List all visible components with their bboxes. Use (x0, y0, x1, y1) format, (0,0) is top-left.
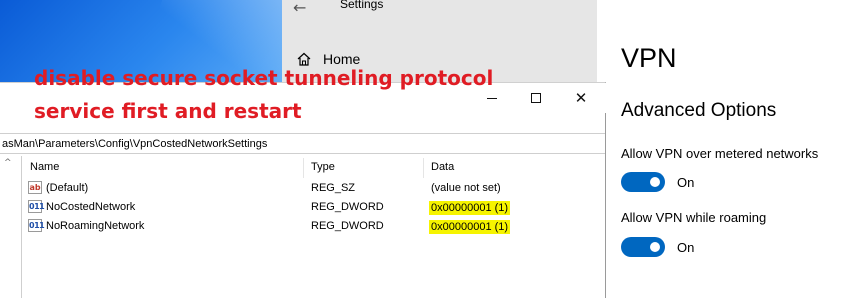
maximize-icon (531, 93, 541, 103)
annotation-line-1: disable secure socket tunneling protocol (34, 66, 494, 90)
settings-window-title: Settings (340, 0, 384, 11)
toggle-state-label: On (677, 239, 695, 255)
dword-value-icon: 011 (28, 200, 45, 213)
column-header-name[interactable]: Name (30, 161, 59, 173)
toggle-state-label: On (677, 174, 695, 190)
section-heading: Advanced Options (621, 100, 777, 121)
value-row-nocostednetwork[interactable]: 011 NoCostedNetwork REG_DWORD 0x00000001… (23, 198, 605, 217)
close-button[interactable]: ✕ (564, 87, 598, 109)
value-type: REG_DWORD (311, 201, 384, 213)
metered-networks-toggle[interactable] (621, 172, 665, 192)
value-data-highlighted: 0x00000001 (1) (429, 201, 511, 215)
column-header-data[interactable]: Data (431, 161, 454, 173)
roaming-toggle-row[interactable]: On (621, 237, 694, 257)
maximize-button[interactable] (519, 87, 553, 109)
close-icon: ✕ (574, 89, 588, 107)
column-divider[interactable] (303, 158, 304, 178)
page-title: VPN (621, 43, 677, 73)
column-divider[interactable] (423, 158, 424, 178)
value-data-highlighted: 0x00000001 (1) (429, 220, 511, 234)
toggle-knob (650, 242, 660, 252)
address-bar[interactable]: asMan\Parameters\Config\VpnCostedNetwork… (0, 133, 605, 154)
nav-home[interactable]: Home (297, 51, 360, 67)
value-type: REG_DWORD (311, 220, 384, 232)
back-arrow-icon[interactable]: ← (293, 0, 306, 17)
column-header-type[interactable]: Type (311, 161, 335, 173)
value-row-default[interactable]: ab (Default) REG_SZ (value not set) (23, 179, 605, 198)
metered-toggle-row[interactable]: On (621, 172, 694, 192)
home-icon (297, 52, 311, 66)
nav-home-label: Home (323, 51, 361, 67)
option-metered-label: Allow VPN over metered networks (621, 146, 819, 161)
dword-value-icon: 011 (28, 219, 45, 232)
option-roaming-label: Allow VPN while roaming (621, 210, 767, 225)
annotation-line-2: service first and restart (34, 99, 302, 123)
value-name: NoCostedNetwork (46, 201, 136, 213)
toggle-knob (650, 177, 660, 187)
roaming-toggle[interactable] (621, 237, 665, 257)
minimize-icon (487, 97, 497, 99)
value-data: (value not set) (431, 182, 501, 194)
value-row-noroamingnetwork[interactable]: 011 NoRoamingNetwork REG_DWORD 0x0000000… (23, 217, 605, 236)
value-name: (Default) (46, 182, 89, 194)
scroll-up-icon[interactable]: ^ (4, 158, 12, 168)
minimize-button[interactable] (475, 87, 509, 109)
value-type: REG_SZ (311, 182, 356, 194)
string-value-icon: ab (28, 181, 42, 194)
value-name: NoRoamingNetwork (46, 220, 145, 232)
values-list-header: Name Type Data (23, 158, 605, 178)
key-tree-pane[interactable]: ^ (0, 156, 22, 298)
